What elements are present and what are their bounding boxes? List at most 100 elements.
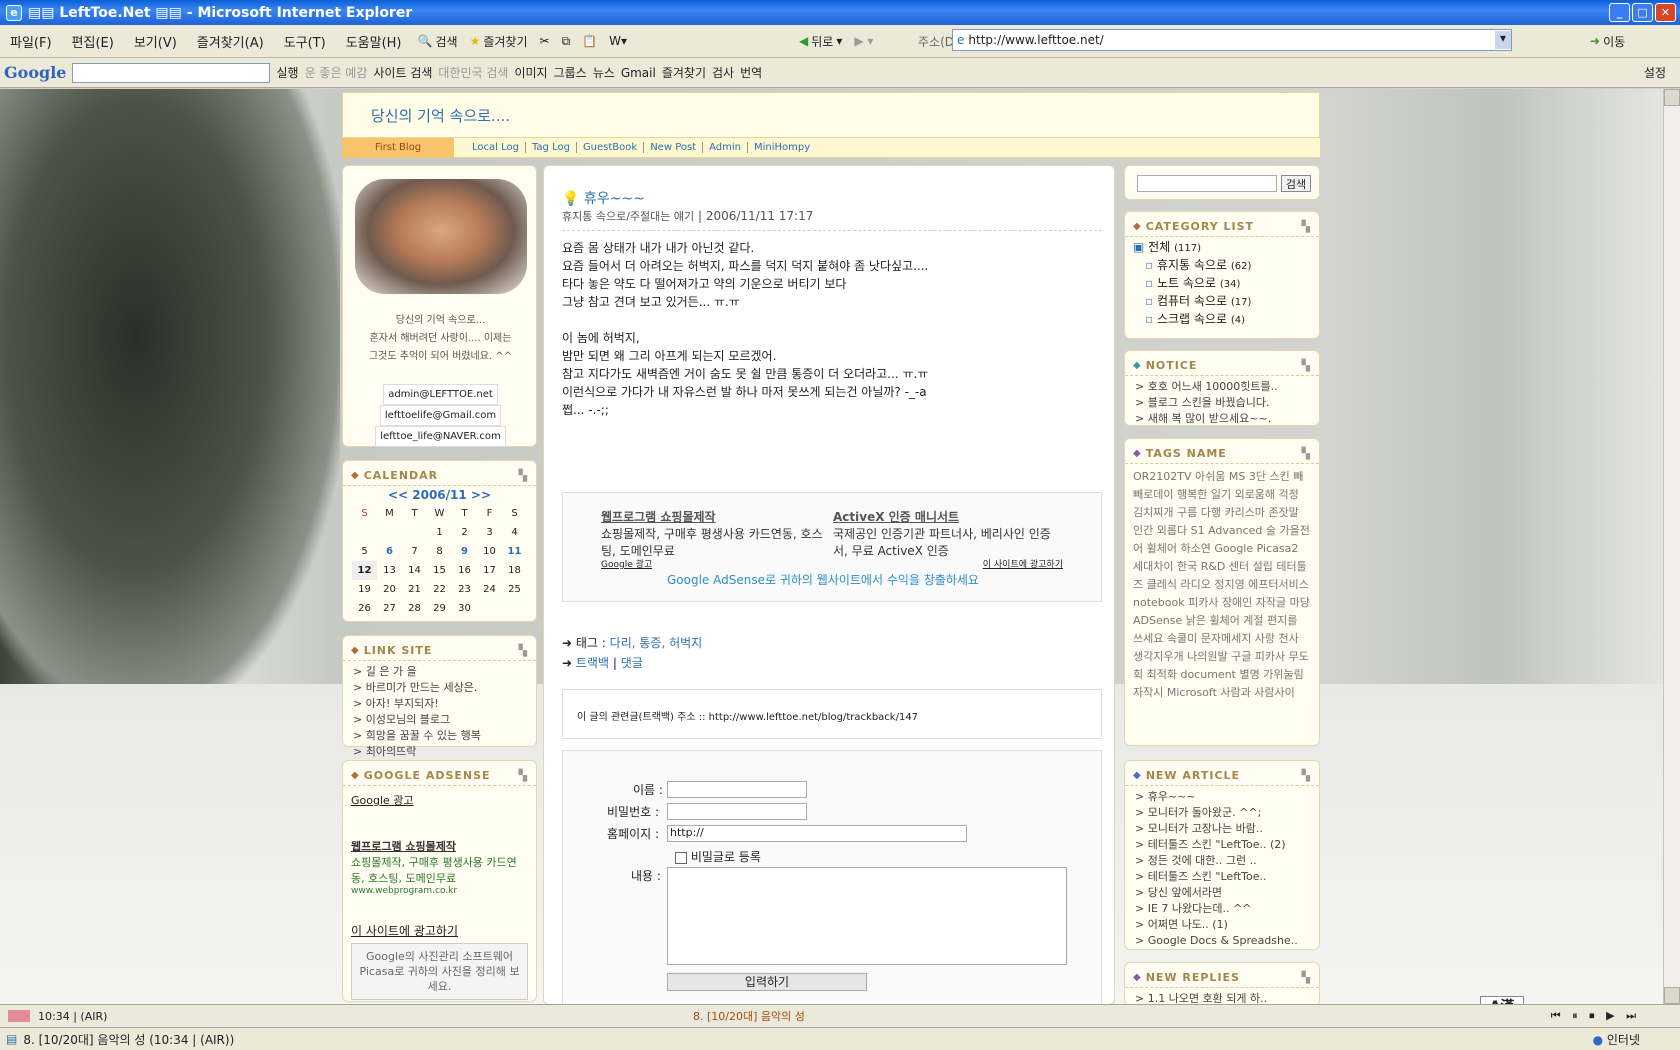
blog-search-button[interactable]: 검색 [1281, 175, 1311, 192]
menu-edit[interactable]: 편집(E) [62, 32, 124, 51]
name-input[interactable] [667, 781, 807, 798]
menu-tools[interactable]: 도구(T) [274, 32, 336, 51]
calendar-day[interactable]: 6 [377, 542, 402, 561]
new-article-item[interactable]: > 모니터가 고장나는 바람.. [1135, 821, 1309, 837]
nav-tag-log[interactable]: Tag Log [526, 142, 577, 153]
page-scrollbar[interactable] [1663, 89, 1680, 1004]
ad-google-label[interactable]: Google 광고 [601, 557, 652, 570]
homepage-input[interactable]: http:// [667, 825, 967, 842]
password-input[interactable] [667, 803, 807, 820]
ad-bottom-text[interactable]: Google AdSense로 귀하의 웹사이트에서 수익을 창출하세요 [667, 571, 979, 588]
ad-advertise-link[interactable]: 이 사이트에 광고하기 [983, 557, 1063, 570]
ad1-title[interactable]: 웹프로그램 쇼핑몰제작 [601, 508, 831, 525]
trackback-link[interactable]: 트랙백 [576, 656, 609, 670]
link-item[interactable]: > 아자! 부지되자! [353, 696, 526, 712]
secret-checkbox-row[interactable]: 비밀글로 등록 [675, 848, 761, 865]
tag-cloud[interactable]: OR2102TV 아쉬움 MS 3단 스킨 빼빼로데이 행복한 일기 외로움해 … [1125, 464, 1319, 706]
media-controls[interactable]: ⏮ ⏸ ⏹ ▶ ⏭ [1551, 1009, 1640, 1023]
picasa-banner[interactable]: Google의 사진관리 소프트웨어 Picasa로 귀하의 사진을 정리해 보… [351, 943, 528, 1000]
nav-first-blog[interactable]: First Blog [342, 137, 454, 158]
calendar-day[interactable]: 9 [452, 542, 477, 561]
new-article-item[interactable]: > 정든 것에 대한.. 그런 .. [1135, 853, 1309, 869]
submit-button[interactable]: 입력하기 [667, 973, 867, 991]
google-site-search-button[interactable]: 사이트 검색 [373, 64, 432, 81]
new-article-item[interactable]: > 테터툴즈 스킨 "LeftToe.. (2) [1135, 837, 1309, 853]
blog-title[interactable]: 당신의 기억 속으로.... [371, 105, 510, 126]
address-input[interactable]: http://www.lefttoe.net/ [968, 33, 1103, 47]
notice-item[interactable]: > 호호 어느새 10000힛트를.. [1135, 379, 1309, 395]
menu-file[interactable]: 파일(F) [0, 32, 62, 51]
email-gmail[interactable]: lefttoelife@Gmail.com [379, 405, 502, 426]
nav-local-log[interactable]: Local Log [466, 142, 526, 153]
google-search-input[interactable] [72, 62, 271, 83]
new-article-item[interactable]: > 당신 앞에서라면 [1135, 885, 1309, 901]
link-item[interactable]: > 최아의뜨락 [353, 744, 526, 760]
google-groups-button[interactable]: 그룹스 [554, 64, 587, 81]
search-toolbar-button[interactable]: 🔍 검색 [412, 33, 464, 50]
new-article-item[interactable]: > 휴우~~~ [1135, 789, 1309, 805]
google-check-button[interactable]: 검사 [712, 64, 734, 81]
google-translate-button[interactable]: 번역 [740, 64, 762, 81]
link-item[interactable]: > 바르미가 만드는 세상은. [353, 680, 526, 696]
category-item[interactable]: ▫ 노트 속으로 (34) [1133, 275, 1311, 293]
favorites-toolbar-button[interactable]: ★ 즐겨찾기 [464, 33, 534, 50]
cut-icon[interactable]: ✂ [534, 34, 556, 48]
google-favorites-button[interactable]: 즐겨찾기 [662, 64, 706, 81]
nav-admin[interactable]: Admin [703, 142, 748, 153]
notice-item[interactable]: > 블로그 스킨을 바꿨습니다. [1135, 395, 1309, 411]
address-bar[interactable]: e http://www.lefttoe.net/ ▾ [952, 29, 1512, 51]
maximize-button[interactable]: □ [1632, 3, 1653, 22]
new-article-item[interactable]: > IE 7 나왔다는데.. ^^ [1135, 901, 1309, 917]
checkbox-icon[interactable] [675, 851, 687, 864]
go-button[interactable]: ➜ 이동 [1584, 33, 1631, 50]
category-item[interactable]: ▫ 휴지통 속으로 (62) [1133, 257, 1311, 275]
paste-icon[interactable]: 📋 [576, 34, 603, 48]
minimize-button[interactable]: _ [1609, 3, 1630, 22]
close-button[interactable]: ✕ [1655, 3, 1676, 22]
adsense-ad-url[interactable]: www.webprogram.co.kr [351, 886, 528, 896]
new-article-item[interactable]: > 어쩌면 나도.. (1) [1135, 917, 1309, 933]
address-dropdown-icon[interactable]: ▾ [1495, 31, 1511, 49]
menu-view[interactable]: 보기(V) [124, 32, 187, 51]
google-korea-search-button[interactable]: 대한민국 검색 [438, 64, 508, 81]
link-item[interactable]: > 길 은 가 을 [353, 664, 526, 680]
nav-guestbook[interactable]: GuestBook [577, 142, 645, 153]
calendar-month[interactable]: << 2006/11 >> [343, 488, 536, 502]
adsense-label[interactable]: Google 광고 [351, 792, 528, 808]
menu-favorites[interactable]: 즐겨찾기(A) [187, 32, 274, 51]
google-news-button[interactable]: 뉴스 [593, 64, 615, 81]
google-settings-button[interactable]: 설정 [1644, 64, 1666, 81]
google-run-button[interactable]: 실행 [276, 64, 298, 81]
new-article-item[interactable]: > Google Docs & Spreadshe.. [1135, 933, 1309, 949]
category-all[interactable]: ▣ 전체 (117) [1133, 239, 1311, 257]
scroll-down-icon[interactable] [1664, 987, 1680, 1004]
google-image-button[interactable]: 이미지 [514, 64, 547, 81]
link-item[interactable]: > 희망을 꿈꿀 수 있는 행복 [353, 728, 526, 744]
post-category[interactable]: 휴지통 속으로/주절대는 얘기 [562, 210, 694, 223]
email-admin[interactable]: admin@LEFTTOE.net [383, 384, 498, 405]
category-item[interactable]: ▫ 스크랩 속으로 (4) [1133, 311, 1311, 329]
new-article-item[interactable]: > 모니터가 돌아왔군. ^^; [1135, 805, 1309, 821]
menu-help[interactable]: 도움말(H) [336, 32, 412, 51]
notice-item[interactable]: > 새해 복 많이 받으세요~~. [1135, 411, 1309, 427]
email-naver[interactable]: lefttoe_life@NAVER.com [375, 426, 506, 447]
google-gmail-button[interactable]: Gmail [621, 66, 656, 80]
ad2-title[interactable]: ActiveX 인증 매니서트 [833, 508, 1063, 525]
category-item[interactable]: ▫ 컴퓨터 속으로 (17) [1133, 293, 1311, 311]
blog-search-input[interactable] [1137, 175, 1277, 192]
post-tag-links[interactable]: 다리, 통증, 허벅지 [610, 636, 703, 650]
nav-new-post[interactable]: New Post [644, 142, 704, 153]
link-item[interactable]: > 이성모님의 블로그 [353, 712, 526, 728]
new-article-item[interactable]: > 테터툴즈 스킨 "LeftToe.. [1135, 869, 1309, 885]
google-lucky-button[interactable]: 운 좋은 예감 [305, 64, 368, 81]
post-title[interactable]: 💡 휴우~~~ [562, 188, 645, 208]
back-button[interactable]: ◀ 뒤로 ▾ [793, 33, 848, 50]
adsense-advertise-link[interactable]: 이 사이트에 광고하기 [351, 922, 528, 939]
word-icon[interactable]: W▾ [603, 34, 633, 48]
adsense-ad-title[interactable]: 웹프로그램 쇼핑몰제작 [351, 838, 528, 854]
content-textarea[interactable] [667, 867, 1067, 965]
comment-link[interactable]: 댓글 [621, 656, 643, 670]
forward-button[interactable]: ▶ ▾ [848, 34, 879, 48]
scroll-up-icon[interactable] [1664, 89, 1680, 106]
nav-minihompy[interactable]: MiniHompy [748, 142, 816, 153]
